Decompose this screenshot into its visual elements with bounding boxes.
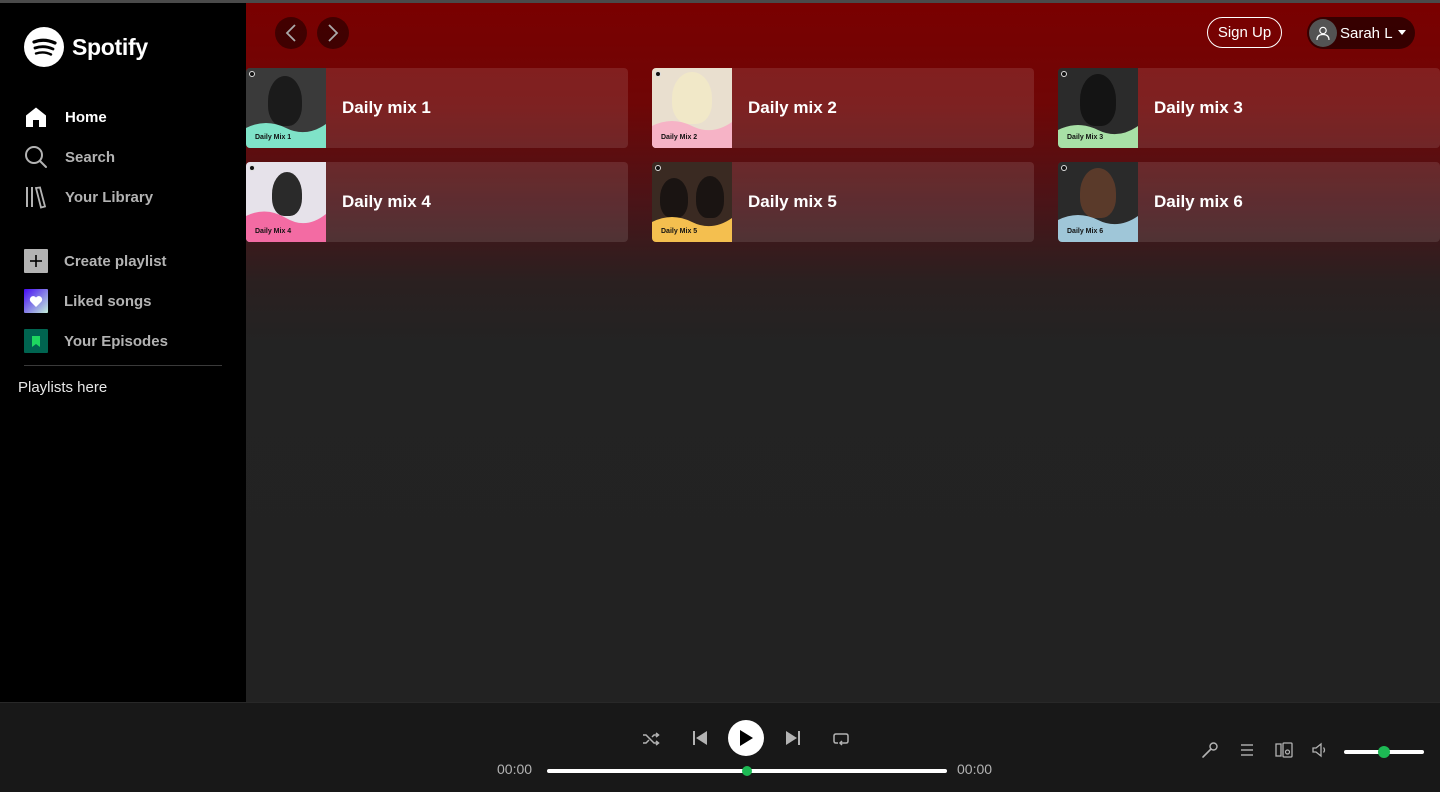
current-time: 00:00	[497, 761, 533, 777]
nav-label-home: Home	[65, 108, 107, 126]
mix-title: Daily mix 4	[342, 192, 431, 211]
caret-down-icon	[1397, 29, 1406, 35]
spotify-mini-logo-icon	[655, 71, 661, 77]
mix-cover-4: Daily Mix 4	[246, 162, 326, 242]
previous-button[interactable]	[690, 728, 710, 748]
sign-up-button[interactable]: Sign Up	[1207, 17, 1282, 48]
mix-card-1[interactable]: Daily Mix 1 Daily mix 1	[246, 68, 628, 148]
create-playlist-button[interactable]: Create playlist	[24, 241, 224, 281]
volume-knob[interactable]	[1378, 746, 1390, 758]
mix-cover-5: Daily Mix 5	[652, 162, 732, 242]
sidebar: Spotify Home Search Your Library Create …	[0, 3, 246, 702]
next-button[interactable]	[783, 728, 803, 748]
mix-title: Daily mix 2	[748, 98, 837, 117]
mix-cover-2: Daily Mix 2	[652, 68, 732, 148]
bookmark-icon	[24, 329, 48, 353]
your-episodes-button[interactable]: Your Episodes	[24, 321, 224, 361]
chevron-left-icon	[285, 24, 296, 42]
cover-label: Daily Mix 6	[1067, 228, 1104, 235]
playlists-placeholder: Playlists here	[18, 379, 108, 396]
skip-back-icon	[693, 731, 707, 745]
cover-label: Daily Mix 2	[661, 134, 698, 141]
queue-button[interactable]	[1237, 740, 1257, 760]
cover-label: Daily Mix 1	[255, 134, 292, 141]
cover-wave	[1058, 125, 1138, 148]
mix-card-2[interactable]: Daily Mix 2 Daily mix 2	[652, 68, 1034, 148]
spotify-logo[interactable]: Spotify	[24, 27, 148, 67]
heart-icon	[24, 289, 48, 313]
repeat-button[interactable]	[830, 729, 852, 749]
forward-button[interactable]	[317, 17, 349, 49]
library-icon	[24, 185, 48, 209]
mix-title: Daily mix 1	[342, 98, 431, 117]
volume-button[interactable]	[1310, 740, 1330, 760]
skip-forward-icon	[786, 731, 800, 745]
main-nav: Home Search Your Library	[24, 97, 224, 217]
plus-icon	[24, 249, 48, 273]
mix-card-4[interactable]: Daily Mix 4 Daily mix 4	[246, 162, 628, 242]
user-avatar-icon	[1309, 19, 1337, 47]
play-icon	[740, 730, 753, 746]
speaker-icon	[1312, 742, 1326, 758]
microphone-icon	[1202, 742, 1218, 758]
spotify-mini-logo-icon	[249, 165, 255, 171]
progress-bar[interactable]	[547, 766, 947, 776]
nav-label-library: Your Library	[65, 188, 154, 206]
liked-songs-button[interactable]: Liked songs	[24, 281, 224, 321]
nav-label-search: Search	[65, 148, 116, 166]
spotify-logo-icon	[24, 27, 64, 67]
cover-wave	[246, 123, 326, 148]
brand-name: Spotify	[72, 33, 148, 60]
mix-title: Daily mix 5	[748, 192, 837, 211]
spotify-mini-logo-icon	[249, 71, 255, 77]
mix-card-5[interactable]: Daily Mix 5 Daily mix 5	[652, 162, 1034, 242]
nav-item-library[interactable]: Your Library	[24, 177, 224, 217]
player-bar: 00:00 00:00	[0, 702, 1440, 792]
queue-icon	[1241, 744, 1253, 756]
mix-card-3[interactable]: Daily Mix 3 Daily mix 3	[1058, 68, 1440, 148]
search-icon	[24, 145, 48, 169]
spotify-mini-logo-icon	[1061, 71, 1067, 77]
mix-title: Daily mix 6	[1154, 192, 1243, 211]
devices-icon	[1275, 742, 1293, 758]
spotify-mini-logo-icon	[1061, 165, 1067, 171]
create-playlist-label: Create playlist	[64, 252, 167, 270]
chevron-right-icon	[328, 24, 339, 42]
user-name: Sarah L	[1340, 24, 1393, 42]
your-episodes-label: Your Episodes	[64, 332, 168, 350]
total-time: 00:00	[957, 761, 993, 777]
shuffle-button[interactable]	[641, 729, 661, 749]
nav-item-home[interactable]: Home	[24, 97, 224, 137]
play-button[interactable]	[728, 720, 764, 756]
mix-card-6[interactable]: Daily Mix 6 Daily mix 6	[1058, 162, 1440, 242]
nav-item-search[interactable]: Search	[24, 137, 224, 177]
back-button[interactable]	[275, 17, 307, 49]
cover-wave	[652, 217, 732, 242]
cover-wave	[652, 121, 732, 148]
liked-songs-label: Liked songs	[64, 292, 152, 310]
sidebar-actions: Create playlist Liked songs Your Episode…	[24, 241, 224, 361]
mix-cover-3: Daily Mix 3	[1058, 68, 1138, 148]
cover-wave	[246, 211, 326, 242]
cover-wave	[1058, 215, 1138, 242]
cover-label: Daily Mix 4	[255, 228, 292, 235]
repeat-icon	[833, 733, 849, 746]
lyrics-button[interactable]	[1200, 740, 1220, 760]
mix-cover-6: Daily Mix 6	[1058, 162, 1138, 242]
shuffle-icon	[643, 732, 660, 746]
cover-label: Daily Mix 3	[1067, 134, 1104, 141]
mix-cover-1: Daily Mix 1	[246, 68, 326, 148]
cover-label: Daily Mix 5	[661, 228, 698, 235]
user-menu[interactable]: Sarah L	[1307, 17, 1415, 49]
mix-title: Daily mix 3	[1154, 98, 1243, 117]
devices-button[interactable]	[1274, 740, 1294, 760]
main-content: Sign Up Sarah L Daily Mix 1 Daily mix 1 …	[246, 3, 1440, 702]
sidebar-divider	[24, 365, 222, 366]
progress-knob[interactable]	[742, 766, 752, 776]
volume-slider[interactable]	[1344, 746, 1424, 758]
home-icon	[24, 105, 48, 129]
spotify-mini-logo-icon	[655, 165, 661, 171]
